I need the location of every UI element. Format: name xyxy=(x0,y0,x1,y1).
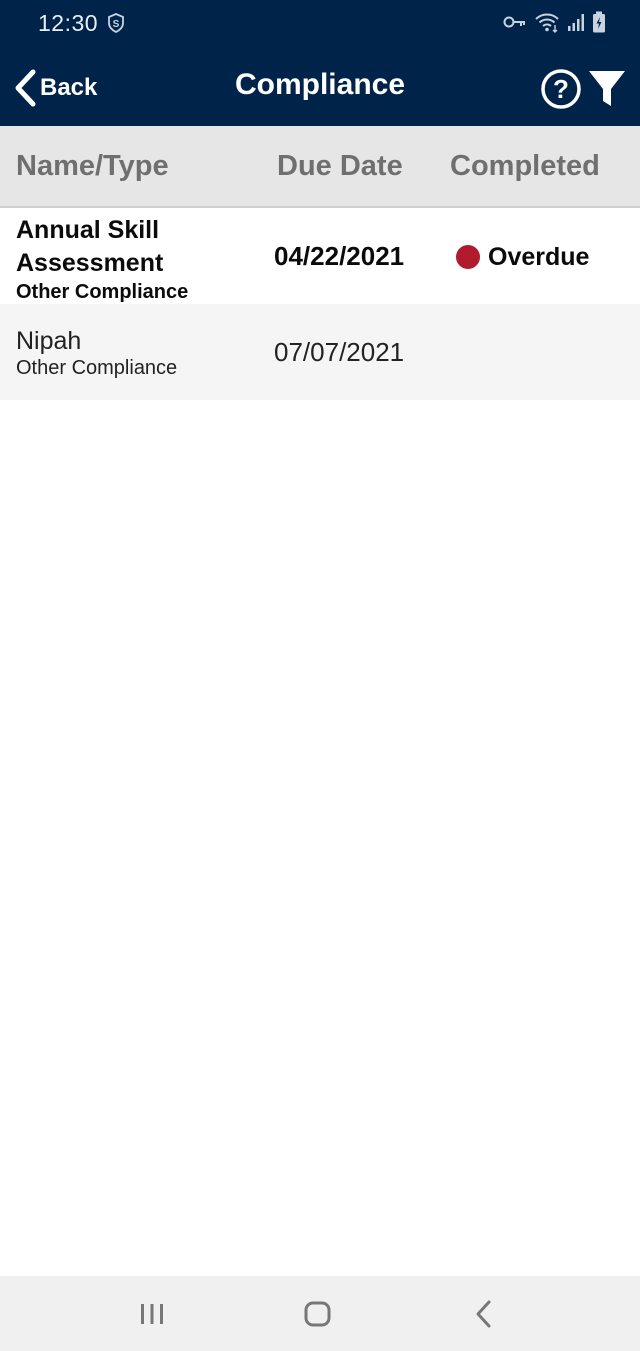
svg-text:?: ? xyxy=(553,74,569,104)
shield-s-icon: S xyxy=(108,13,124,33)
name-type-cell: Nipah Other Compliance xyxy=(16,326,177,381)
wifi-icon xyxy=(534,11,560,38)
nav-bar: Back Compliance ? xyxy=(0,56,640,122)
table-header: Name/Type Due Date Completed xyxy=(0,126,640,208)
svg-text:S: S xyxy=(113,19,120,30)
column-header-name-type[interactable]: Name/Type xyxy=(16,150,169,183)
key-icon xyxy=(503,14,527,35)
help-icon[interactable]: ? xyxy=(540,68,582,110)
battery-icon xyxy=(592,11,606,38)
name-type-cell: Annual Skill Assessment Other Compliance xyxy=(16,214,256,304)
due-date: 07/07/2021 xyxy=(274,337,405,367)
table-row[interactable]: Annual Skill Assessment Other Compliance… xyxy=(0,208,640,304)
compliance-type: Other Compliance xyxy=(16,357,178,379)
signal-icon xyxy=(567,12,585,37)
filter-icon[interactable] xyxy=(586,68,628,110)
status-badge: Overdue xyxy=(456,241,589,273)
column-header-completed[interactable]: Completed xyxy=(450,150,600,183)
home-icon[interactable] xyxy=(300,1296,336,1332)
compliance-name: Nipah xyxy=(16,327,82,355)
completed-status-text: Overdue xyxy=(488,242,590,271)
system-navigation-bar xyxy=(0,1276,640,1351)
status-time: 12:30 xyxy=(38,10,99,36)
table-row[interactable]: Nipah Other Compliance 07/07/2021 xyxy=(0,304,640,400)
compliance-type: Other Compliance xyxy=(16,281,189,303)
column-header-due-date[interactable]: Due Date xyxy=(277,150,403,183)
compliance-name: Annual Skill Assessment xyxy=(16,216,164,277)
recents-icon[interactable] xyxy=(134,1296,170,1332)
due-date: 04/22/2021 xyxy=(274,241,405,271)
overdue-dot-icon xyxy=(456,245,480,269)
app-header: 12:30 S Back Compliance ? xyxy=(0,0,640,126)
back-nav-icon[interactable] xyxy=(467,1296,503,1332)
status-icons xyxy=(503,11,606,38)
